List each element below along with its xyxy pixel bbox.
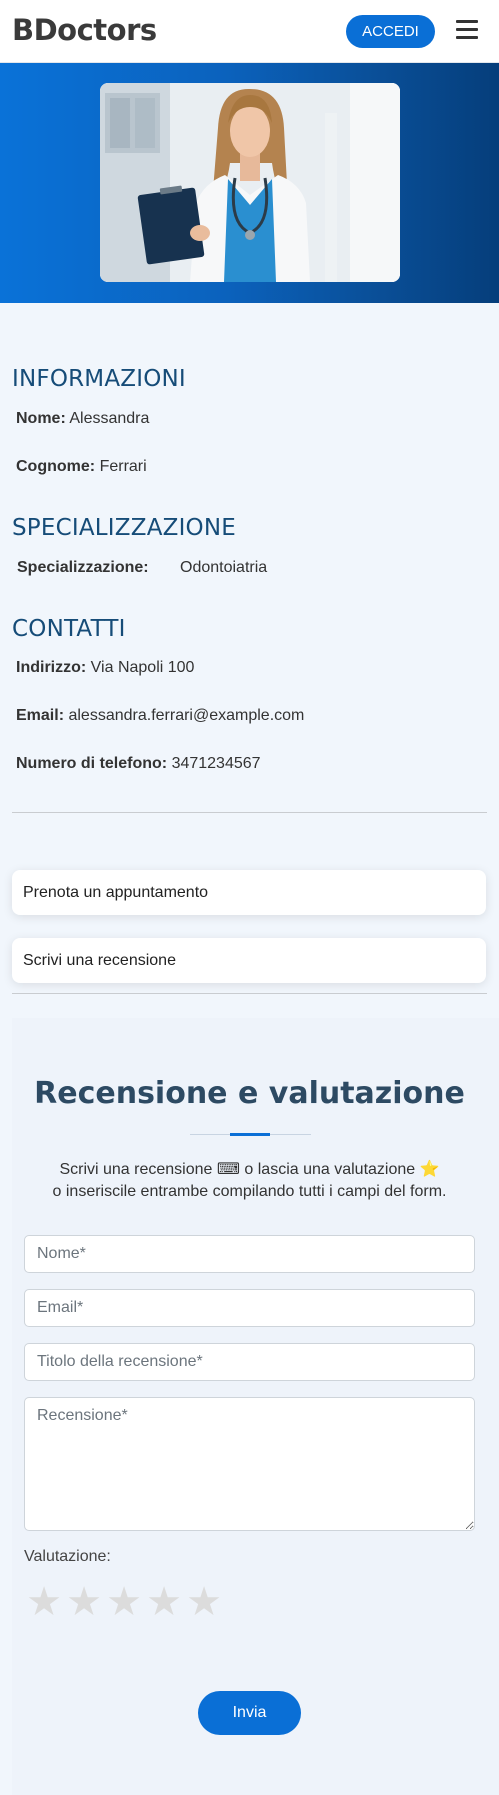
phone-value: 3471234567 [171, 755, 261, 772]
star-icon-1[interactable]: ★ [24, 1582, 64, 1622]
review-title: Recensione e valutazione [34, 1076, 465, 1111]
name-label: Nome: [16, 410, 66, 427]
hamburger-menu-icon[interactable] [456, 20, 478, 40]
address-label: Indirizzo: [16, 659, 87, 676]
section-divider [12, 812, 487, 813]
address-value: Via Napoli 100 [90, 659, 195, 676]
star-icon-3[interactable]: ★ [104, 1582, 144, 1622]
review-subtitle-line1: Scrivi una recensione ⌨ o lascia una val… [59, 1161, 440, 1178]
hero-banner [0, 63, 499, 303]
specialization-value: Odontoiatria [180, 559, 268, 576]
address-row: Indirizzo: Via Napoli 100 [16, 659, 194, 677]
specialization-row: Specializzazione: [17, 559, 149, 577]
phone-row: Numero di telefono: 3471234567 [16, 755, 261, 773]
specialization-label: Specializzazione: [17, 559, 149, 576]
surname-row: Cognome: Ferrari [16, 458, 147, 476]
reviewer-email-input[interactable] [24, 1289, 475, 1327]
reviewer-name-input[interactable] [24, 1235, 475, 1273]
surname-label: Cognome: [16, 458, 96, 475]
surname-value: Ferrari [99, 458, 147, 475]
review-text-textarea[interactable] [24, 1397, 475, 1531]
star-icon-5[interactable]: ★ [184, 1582, 224, 1622]
write-review-toggle[interactable]: Scrivi una recensione [12, 938, 486, 983]
email-value: alessandra.ferrari@example.com [68, 707, 305, 724]
title-underline-accent [230, 1133, 270, 1136]
info-section-title: INFORMAZIONI [12, 366, 186, 392]
doctor-photo [100, 83, 400, 282]
submit-review-button[interactable]: Invia [198, 1691, 301, 1735]
review-form-panel: Recensione e valutazione Scrivi una rece… [12, 1018, 499, 1795]
star-rating: ★ ★ ★ ★ ★ [24, 1582, 224, 1622]
top-navbar: BDoctors ACCEDI [0, 0, 499, 63]
specialization-section-title: SPECIALIZZAZIONE [12, 515, 237, 541]
email-label: Email: [16, 707, 65, 724]
review-subject-input[interactable] [24, 1343, 475, 1381]
name-row: Nome: Alessandra [16, 410, 149, 428]
star-icon-2[interactable]: ★ [64, 1582, 104, 1622]
review-subtitle-line2: o inseriscile entrambe compilando tutti … [52, 1183, 447, 1200]
brand-logo[interactable]: BDoctors [12, 13, 157, 47]
phone-label: Numero di telefono: [16, 755, 168, 772]
contacts-section-title: CONTATTI [12, 616, 126, 642]
rating-label: Valutazione: [24, 1548, 111, 1565]
star-icon-4[interactable]: ★ [144, 1582, 184, 1622]
login-button[interactable]: ACCEDI [346, 15, 435, 48]
book-appointment-toggle[interactable]: Prenota un appuntamento [12, 870, 486, 915]
name-value: Alessandra [69, 410, 150, 427]
actions-divider [12, 993, 487, 994]
email-row: Email: alessandra.ferrari@example.com [16, 707, 304, 725]
